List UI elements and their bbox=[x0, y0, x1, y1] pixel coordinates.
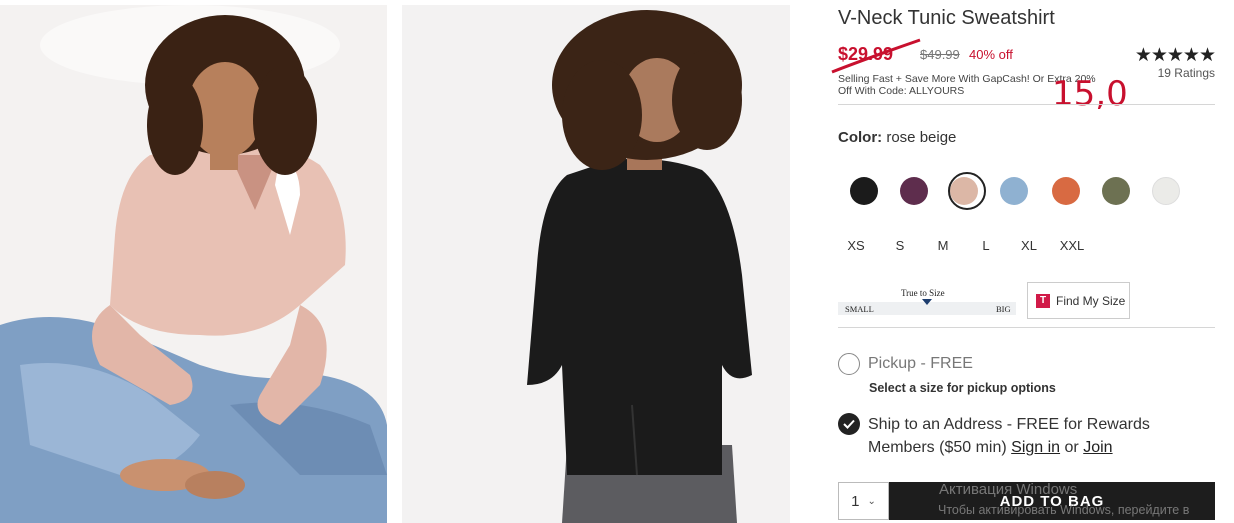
color-swatch-plum[interactable] bbox=[900, 177, 928, 205]
find-my-size-button[interactable]: T Find My Size bbox=[1027, 282, 1130, 319]
selected-swatch-ring bbox=[948, 172, 986, 210]
quantity-select[interactable]: 1 ⌄ bbox=[838, 482, 889, 520]
divider bbox=[838, 104, 1215, 105]
true-fit-logo-icon: T bbox=[1036, 293, 1050, 308]
product-photo-front[interactable] bbox=[0, 5, 387, 523]
fit-small-label: SMALL bbox=[845, 304, 874, 314]
pickup-label[interactable]: Pickup - FREE bbox=[868, 355, 973, 373]
join-link[interactable]: Join bbox=[1083, 439, 1112, 456]
fit-label: True to Size bbox=[901, 288, 945, 298]
size-option-l[interactable]: L bbox=[966, 238, 1006, 253]
rating-stars-icon[interactable]: ★★★★★ bbox=[1135, 44, 1216, 67]
ship-radio-checked[interactable] bbox=[838, 413, 860, 435]
color-swatch-light-blue[interactable] bbox=[1000, 177, 1028, 205]
color-swatch-olive[interactable] bbox=[1102, 177, 1130, 205]
size-option-m[interactable]: M bbox=[923, 238, 963, 253]
selected-color-name: rose beige bbox=[886, 129, 957, 146]
product-photo-back[interactable] bbox=[402, 5, 790, 523]
pickup-radio[interactable] bbox=[838, 353, 860, 375]
color-swatch-white[interactable] bbox=[1152, 177, 1180, 205]
size-option-xxl[interactable]: XXL bbox=[1052, 238, 1092, 253]
true-to-size-scale: True to Size SMALL BIG bbox=[838, 288, 1018, 318]
or-text: or bbox=[1064, 439, 1079, 456]
check-icon bbox=[843, 419, 855, 429]
pickup-note: Select a size for pickup options bbox=[869, 381, 1056, 395]
model-back-illustration bbox=[402, 5, 790, 523]
size-option-xs[interactable]: XS bbox=[836, 238, 876, 253]
ship-to-address: Ship to an Address - FREE for Rewards Me… bbox=[868, 413, 1188, 459]
size-option-s[interactable]: S bbox=[880, 238, 920, 253]
windows-activation-text: Чтобы активировать Windows, перейдите в bbox=[938, 503, 1190, 517]
percent-off: 40% off bbox=[969, 47, 1013, 62]
ratings-count[interactable]: 19 Ratings bbox=[1158, 66, 1215, 80]
quantity-value: 1 bbox=[851, 492, 860, 510]
color-swatch-orange[interactable] bbox=[1052, 177, 1080, 205]
color-label-row: Color: rose beige bbox=[838, 129, 956, 146]
divider bbox=[838, 327, 1215, 328]
sign-in-link[interactable]: Sign in bbox=[1011, 439, 1060, 456]
handwritten-annotation: 15,0 bbox=[1052, 74, 1128, 114]
color-label: Color: bbox=[838, 129, 883, 146]
fit-indicator-icon bbox=[922, 299, 932, 305]
chevron-down-icon: ⌄ bbox=[867, 495, 876, 507]
windows-activation-title: Активация Windows bbox=[939, 481, 1078, 498]
model-front-illustration bbox=[0, 5, 387, 523]
sale-price: $29.99 bbox=[838, 44, 894, 64]
color-swatch-black[interactable] bbox=[850, 177, 878, 205]
original-price: $49.99 bbox=[920, 47, 960, 62]
product-detail-panel: V-Neck Tunic Sweatshirt $29.99 $49.99 40… bbox=[831, 0, 1216, 523]
size-option-xl[interactable]: XL bbox=[1009, 238, 1049, 253]
fit-big-label: BIG bbox=[996, 304, 1011, 314]
find-my-size-label: Find My Size bbox=[1056, 293, 1126, 308]
product-title: V-Neck Tunic Sweatshirt bbox=[838, 7, 1055, 29]
